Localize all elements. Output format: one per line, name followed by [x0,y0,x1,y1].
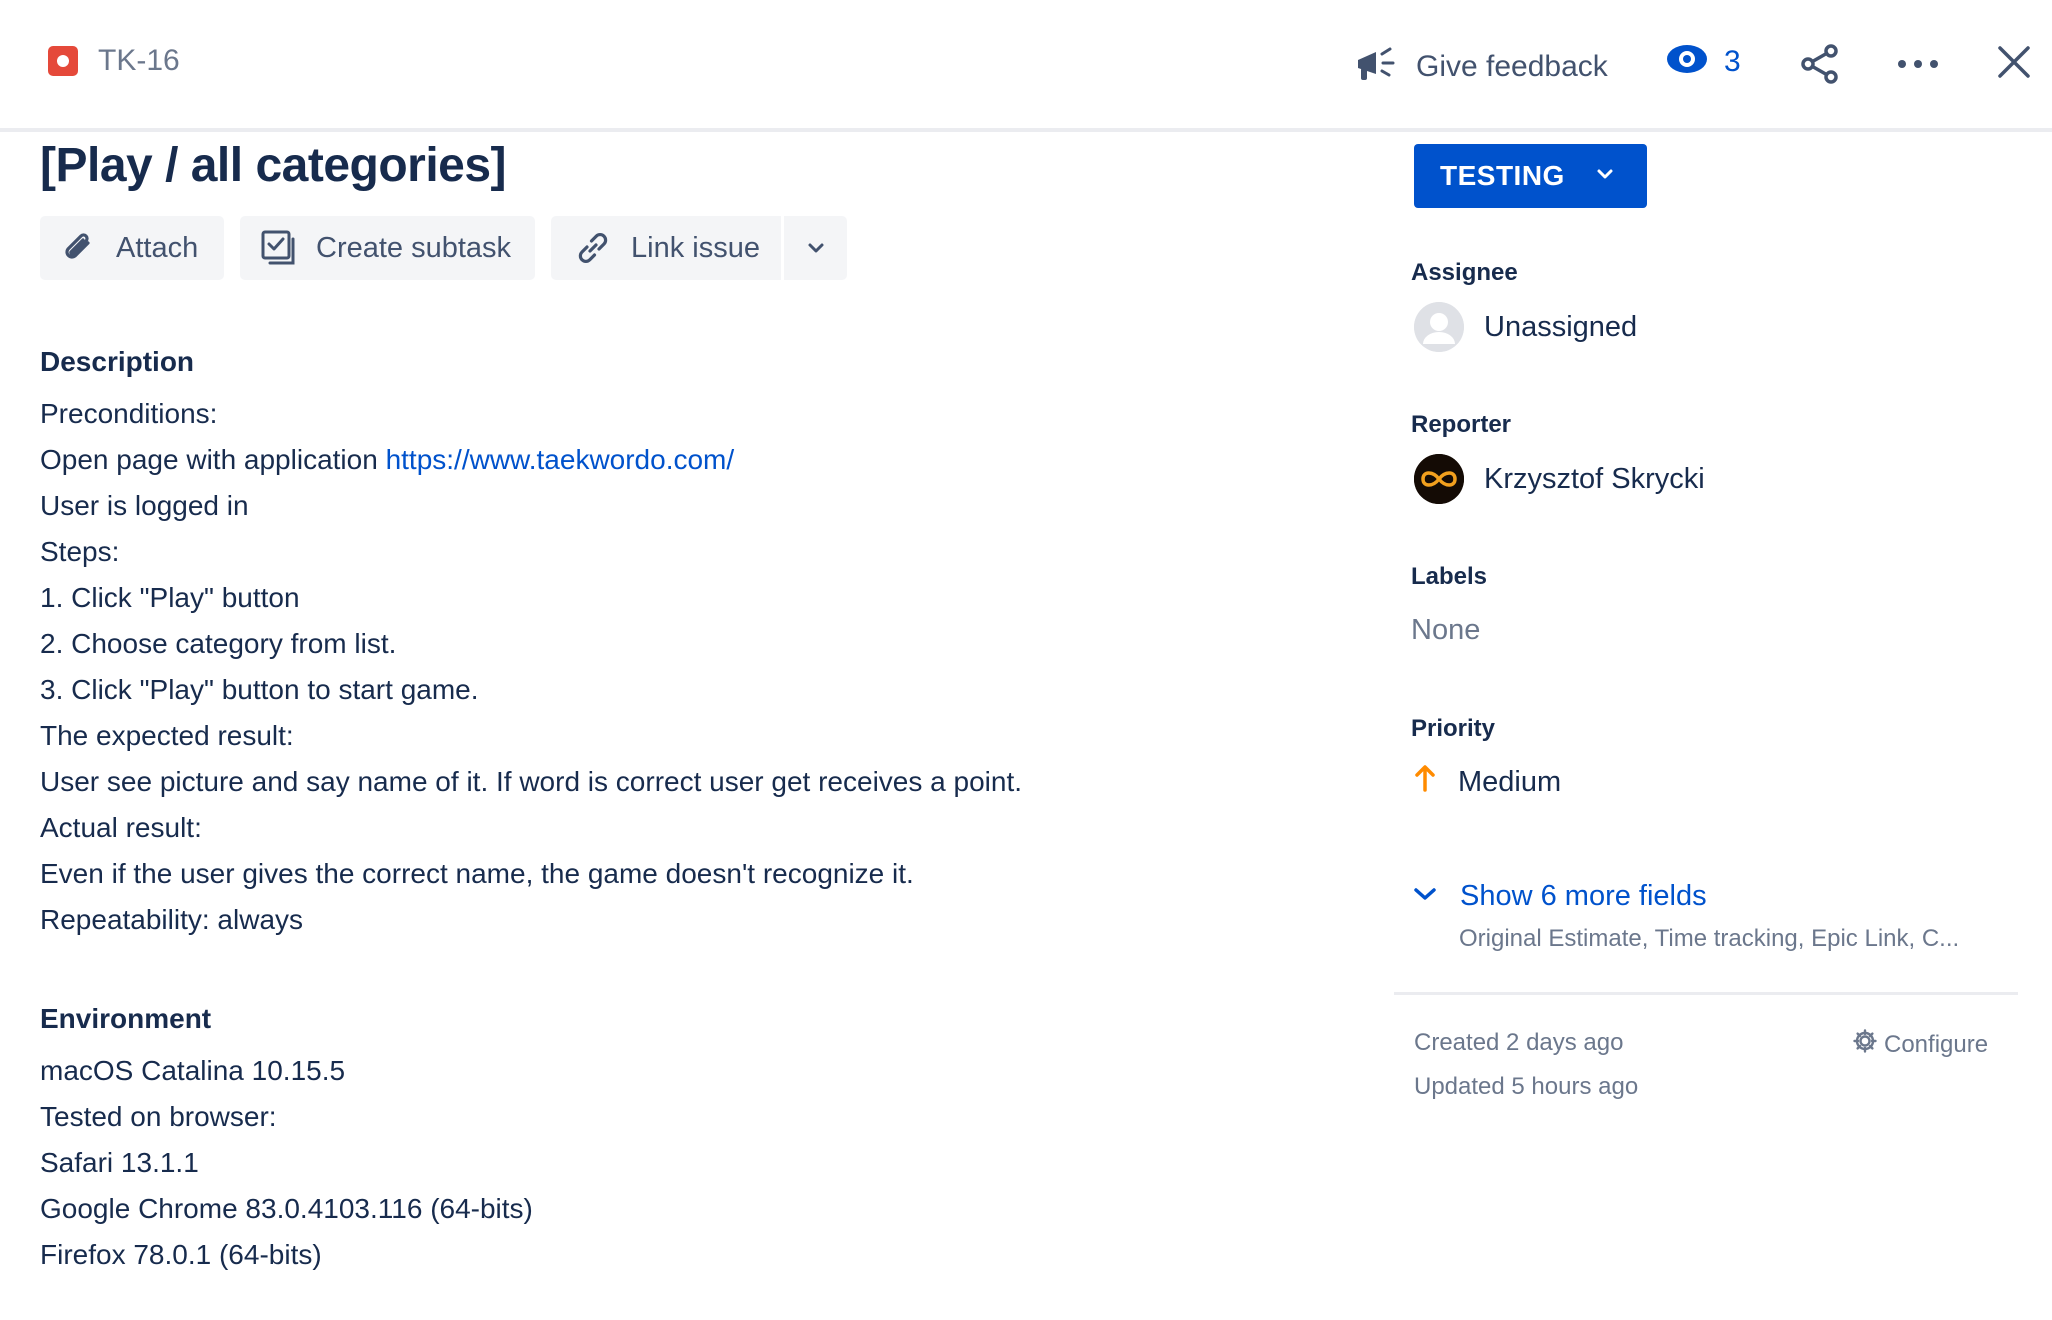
assignee-label: Assignee [1411,259,1518,286]
description-line: 3. Click "Play" button to start game. [40,674,479,705]
show-more-fields-label: Show 6 more fields [1460,880,1707,912]
subtask-icon [260,229,298,267]
description-line: Actual result: [40,812,202,843]
reporter-label: Reporter [1411,411,1512,438]
give-feedback-label: Give feedback [1416,49,1608,83]
description-line: Even if the user gives the correct name,… [40,858,914,889]
link-issue-label: Link issue [631,231,760,264]
avatar [1414,454,1464,504]
avatar [1414,302,1464,352]
share-icon [1800,44,1840,88]
link-icon [573,228,613,268]
priority-field[interactable]: Medium [1414,763,1561,801]
more-actions-button[interactable] [1896,44,1940,89]
share-button[interactable] [1800,44,1840,89]
close-icon [1996,46,2032,84]
divider [1394,992,2018,995]
description-line: User see picture and say name of it. If … [40,766,1022,797]
environment-line: Tested on browser: [40,1101,277,1132]
attach-label: Attach [116,231,199,264]
hidden-fields-summary: Original Estimate, Time tracking, Epic L… [1459,925,1960,952]
description-line: 2. Choose category from list. [40,628,397,659]
assignee-value: Unassigned [1484,310,1638,343]
gear-icon [1852,1028,1878,1061]
create-subtask-button[interactable]: Create subtask [240,216,535,280]
issue-title[interactable]: [Play / all categories] [40,138,507,193]
configure-button[interactable]: Configure [1852,1028,1988,1061]
priority-value: Medium [1458,765,1562,798]
environment-line: Safari 13.1.1 [40,1147,199,1178]
description-line: User is logged in [40,490,249,521]
configure-label: Configure [1884,1030,1989,1058]
watchers-count: 3 [1724,44,1741,78]
description-line: Preconditions: [40,398,218,429]
labels-label: Labels [1411,563,1488,590]
eye-icon [1666,44,1708,79]
chevron-down-icon [806,241,826,255]
environment-heading: Environment [40,1003,212,1034]
updated-timestamp: Updated 5 hours ago [1414,1073,1639,1100]
assignee-field[interactable]: Unassigned [1414,302,1637,352]
give-feedback-button[interactable]: Give feedback [1354,44,1608,89]
issue-header: TK-16 Give feedback 3 [0,0,2052,132]
status-label: TESTING [1440,160,1565,191]
attach-button[interactable]: Attach [40,216,224,280]
show-more-fields-toggle[interactable]: Show 6 more fields [1412,880,1707,913]
more-actions-dropdown[interactable] [784,216,847,280]
description-line: The expected result: [40,720,294,751]
environment-body[interactable]: macOS Catalina 10.15.5 Tested on browser… [40,1048,533,1278]
status-dropdown[interactable]: TESTING [1414,144,1647,208]
link-issue-button[interactable]: Link issue [551,216,781,280]
bug-icon [48,46,78,76]
chevron-down-icon [1595,167,1615,186]
paperclip-icon [60,229,98,267]
issue-key[interactable]: TK-16 [98,44,180,78]
description-line: Steps: [40,536,120,567]
description-line: Open page with application https://www.t… [40,437,1022,483]
environment-line: Google Chrome 83.0.4103.116 (64-bits) [40,1193,533,1224]
reporter-field[interactable]: Krzysztof Skrycki [1414,454,1705,504]
watchers-button[interactable]: 3 [1666,44,1741,79]
environment-line: macOS Catalina 10.15.5 [40,1055,346,1086]
close-button[interactable] [1996,44,2032,85]
description-line-text: Open page with application [40,444,386,475]
create-subtask-label: Create subtask [316,231,512,264]
application-link[interactable]: https://www.taekwordo.com/ [386,444,735,475]
ellipsis-icon [1896,60,1940,88]
labels-value[interactable]: None [1411,614,1480,647]
description-line: 1. Click "Play" button [40,582,300,613]
chevron-down-icon [1412,885,1438,908]
priority-label: Priority [1411,715,1496,742]
reporter-value: Krzysztof Skrycki [1484,462,1705,495]
description-heading: Description [40,346,195,377]
issue-key-breadcrumb[interactable]: TK-16 [48,44,180,78]
megaphone-icon [1354,44,1398,89]
environment-line: Firefox 78.0.1 (64-bits) [40,1239,322,1270]
description-body[interactable]: Preconditions: Open page with applicatio… [40,391,1022,943]
created-timestamp: Created 2 days ago [1414,1029,1624,1056]
description-line: Repeatability: always [40,904,304,935]
arrow-up-icon [1414,763,1436,801]
